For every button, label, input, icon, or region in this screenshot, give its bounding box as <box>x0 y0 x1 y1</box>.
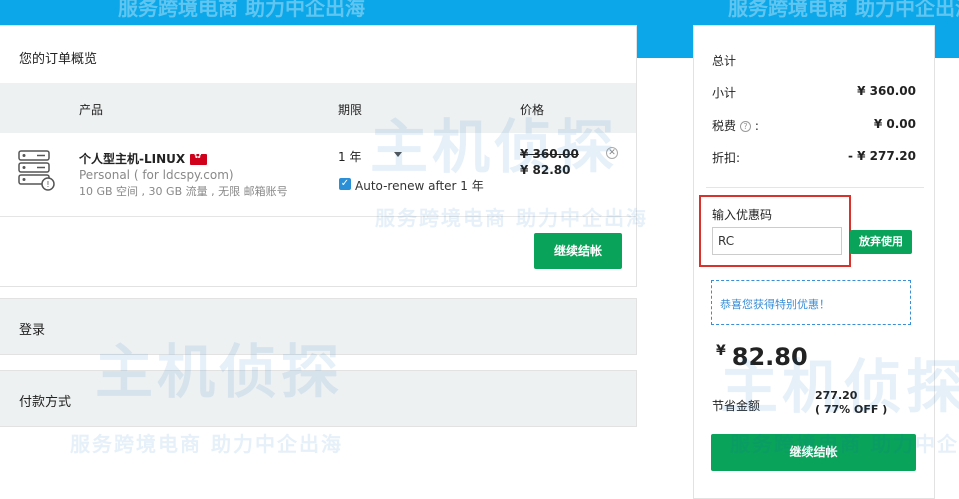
period-select[interactable]: 1 年 <box>338 148 408 166</box>
promo-code-input[interactable] <box>712 227 842 255</box>
discounted-price: ¥ 82.80 <box>520 163 571 177</box>
chevron-down-icon <box>394 152 402 157</box>
watermark-slogan: 服务跨境电商 助力中企出海 <box>70 432 343 456</box>
promo-notice-text: 恭喜您获得特别优惠！ <box>720 298 830 311</box>
order-overview-title: 您的订单概览 <box>19 52 98 67</box>
order-overview-card: 您的订单概览 产品 期限 价格 ! 个人型主机-LINUX Personal (… <box>0 25 637 287</box>
remove-item-icon[interactable]: ✕ <box>606 147 618 159</box>
savings-label: 节省金额 <box>712 399 761 413</box>
auto-renew-checkbox[interactable]: ✓ <box>339 178 351 190</box>
tax-label: 税费 <box>712 119 737 133</box>
order-summary-card: 总计 小计 ¥ 360.00 税费? : ¥ 0.00 折扣: - ¥ 277.… <box>693 25 935 499</box>
total-amount: ¥82.80 <box>716 343 808 371</box>
product-description: Personal ( for ldcspy.com) <box>79 168 234 182</box>
login-panel-title: 登录 <box>19 323 46 338</box>
table-header: 产品 期限 价格 <box>0 83 636 133</box>
original-price: ¥ 360.00 <box>520 147 579 161</box>
savings-percent: ( 77% OFF ) <box>815 403 888 416</box>
summary-title: 总计 <box>712 54 737 68</box>
total-currency: ¥ <box>716 343 726 359</box>
header-product: 产品 <box>79 103 104 117</box>
product-specs: 10 GB 空间 , 30 GB 流量 , 无限 邮箱账号 <box>79 185 288 198</box>
divider <box>0 216 636 217</box>
tax-value: ¥ 0.00 <box>873 117 916 131</box>
help-icon[interactable]: ? <box>740 121 752 132</box>
period-value: 1 年 <box>338 150 362 164</box>
promo-notice: 恭喜您获得特别优惠！ <box>711 280 911 325</box>
continue-checkout-button[interactable]: 继续结帐 <box>534 233 622 269</box>
total-value: 82.80 <box>731 343 808 371</box>
continue-checkout-button[interactable]: 继续结帐 <box>711 434 916 471</box>
auto-renew-label: Auto-renew after 1 年 <box>355 179 484 193</box>
promo-code-label: 输入优惠码 <box>712 208 773 222</box>
header-price: 价格 <box>520 103 545 117</box>
discount-value: - ¥ 277.20 <box>848 149 916 163</box>
payment-method-panel[interactable]: 付款方式 <box>0 370 637 427</box>
login-panel[interactable]: 登录 <box>0 298 637 355</box>
tax-colon: : <box>754 119 759 133</box>
header-period: 期限 <box>338 103 363 117</box>
svg-text:!: ! <box>46 180 49 189</box>
discount-label: 折扣: <box>712 151 741 165</box>
subtotal-value: ¥ 360.00 <box>857 84 916 98</box>
remove-promo-button[interactable]: 放弃使用 <box>850 230 912 254</box>
tax-row: 税费? : <box>712 117 759 134</box>
subtotal-label: 小计 <box>712 86 737 100</box>
hong-kong-flag-icon <box>190 151 207 165</box>
payment-panel-title: 付款方式 <box>19 395 72 410</box>
server-icon: ! <box>18 150 55 191</box>
savings-amount: 277.20 ( 77% OFF ) <box>815 389 887 417</box>
savings-value: 277.20 <box>815 389 858 402</box>
product-name: 个人型主机-LINUX <box>79 152 186 166</box>
divider <box>706 187 924 188</box>
